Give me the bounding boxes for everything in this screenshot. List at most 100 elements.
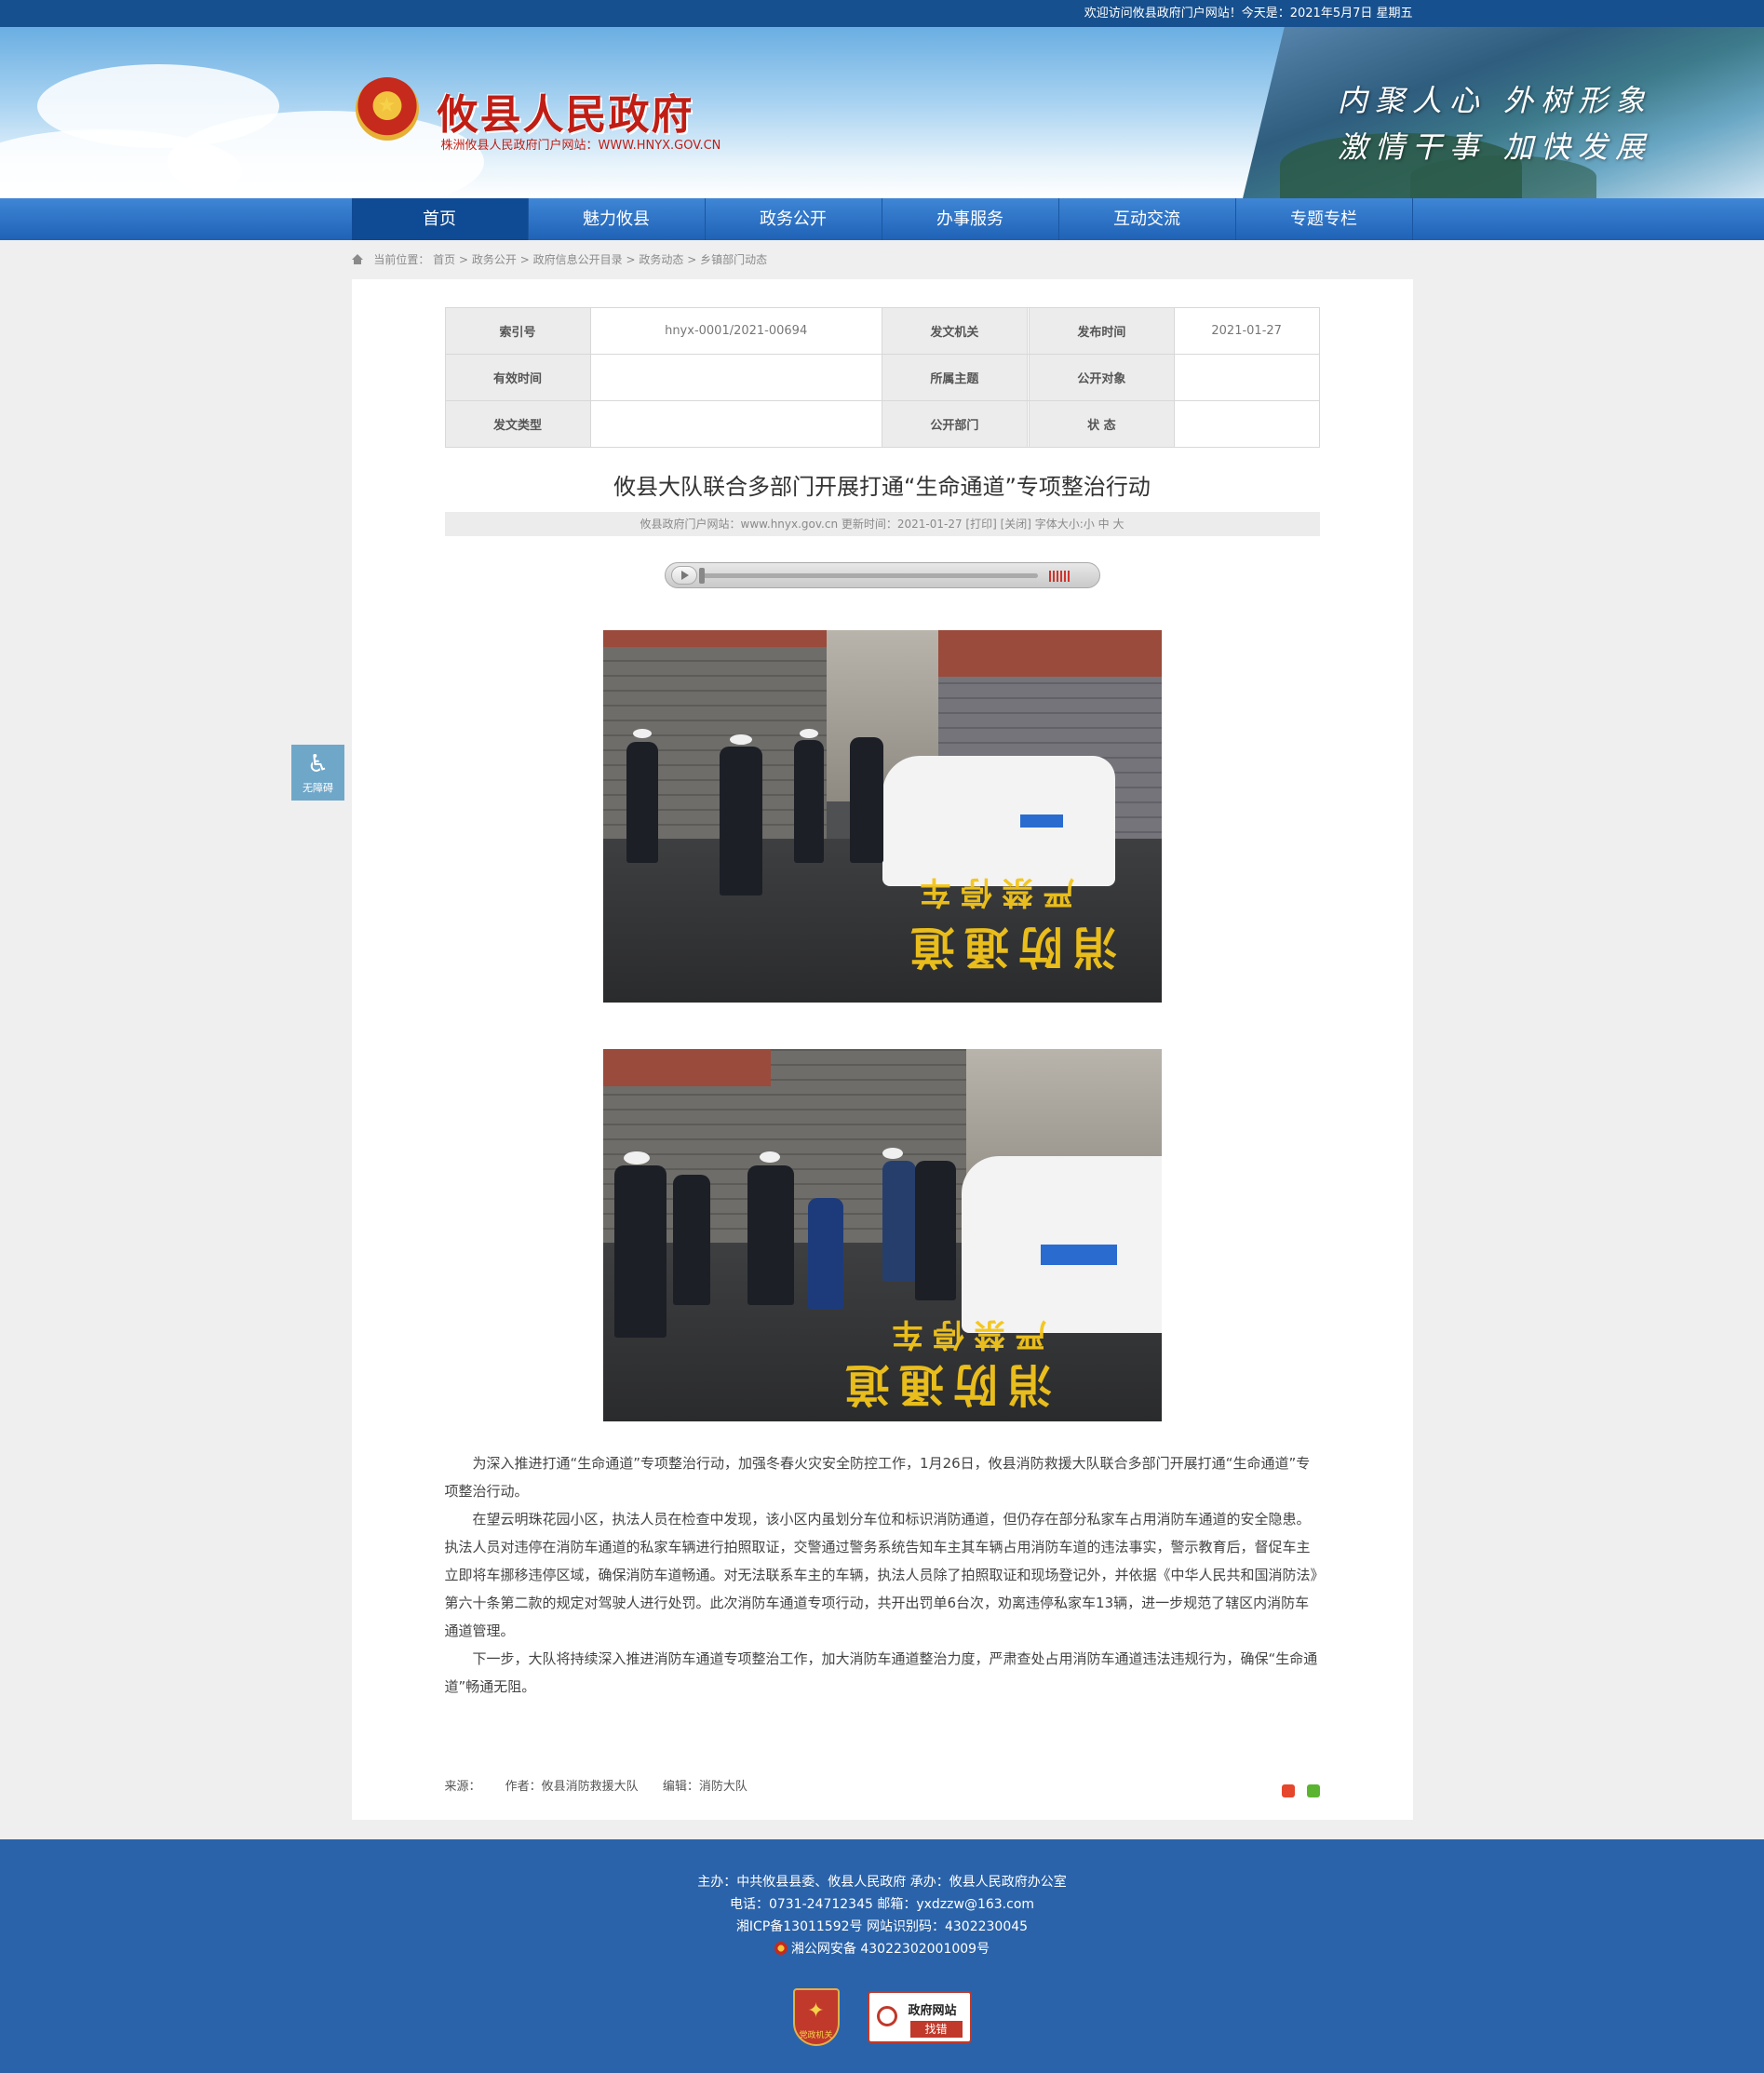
meta-key: 状 态 (1028, 400, 1175, 448)
footer-police-record[interactable]: 湘公网安备 43022302001009号 (0, 1938, 1764, 1960)
footer-police-text: 湘公网安备 43022302001009号 (790, 1942, 990, 1957)
photo-roof (602, 630, 827, 647)
top-bar: 欢迎访问攸县政府门户网站！今天是：2021年5月7日 星期五 (0, 0, 1764, 27)
report-error-badge[interactable]: 政府网站 找错 (867, 1991, 972, 2043)
breadcrumb: 当前位置： 首页 > 政务公开 > 政府信息公开目录 > 政务动态 > 乡镇部门… (351, 240, 1413, 279)
party-government-badge[interactable]: ✦ 党政机关 (792, 1988, 840, 2046)
badge-action: 找错 (909, 2021, 963, 2038)
share-buttons (1274, 1781, 1320, 1809)
photo-cap (729, 734, 752, 745)
nav-item-services[interactable]: 办事服务 (882, 198, 1059, 240)
nav-item-special-topics[interactable]: 专题专栏 (1236, 198, 1413, 240)
breadcrumb-separator: > (459, 253, 469, 266)
meta-key: 有效时间 (444, 354, 591, 401)
wheelchair-icon: ♿ (306, 750, 330, 778)
nav-item-interaction[interactable]: 互动交流 (1059, 198, 1236, 240)
article-title: 攸县大队联合多部门开展打通“生命通道”专项整治行动 (613, 474, 1151, 500)
breadcrumb-separator: > (687, 253, 697, 266)
nav-item-home[interactable]: 首页 (351, 198, 529, 240)
photo-plate (1019, 814, 1063, 828)
breadcrumb-label: 当前位置： (373, 253, 430, 266)
photo-road-text: 消防通道 (900, 921, 1117, 973)
meta-value (1173, 354, 1320, 401)
nav-item-charm-youxian[interactable]: 魅力攸县 (529, 198, 706, 240)
article-paragraph: 为深入推进打通“生命通道”专项整治行动，加强冬春火灾安全防控工作，1月26日，攸… (444, 1455, 1311, 1500)
meta-key: 发布时间 (1028, 307, 1175, 355)
author-label: 作者：攸县消防救援大队 (505, 1780, 639, 1794)
photo-cap (759, 1151, 780, 1163)
footer-contact: 电话：0731-24712345 邮箱：yxdzzw@163.com (729, 1897, 1035, 1912)
photo-plate (1040, 1245, 1117, 1265)
breadcrumb-link[interactable]: 首页 (433, 253, 455, 266)
police-badge-icon (774, 1942, 788, 1955)
accessibility-label: 无障碍 (303, 782, 333, 794)
header-banner: ★ 攸县人民政府 株洲攸县人民政府门户网站：WWW.HNYX.GOV.CN 内聚… (0, 27, 1764, 198)
photo-person (613, 1165, 667, 1338)
badge-emblem-icon: ✦ (807, 1999, 825, 2023)
national-emblem-icon[interactable]: ★ (355, 77, 419, 141)
photo-roof (937, 630, 1162, 677)
article-paragraph: 在望云明珠花园小区，执法人员在检查中发现，该小区内虽划分车位和标识消防通道，但仍… (444, 1511, 1318, 1639)
photo-road-text: 消防通道 (835, 1358, 1052, 1410)
meta-value: hnyx-0001/2021-00694 (589, 307, 882, 355)
editor-label: 编辑：消防大队 (662, 1780, 747, 1794)
photo-roof (602, 1049, 771, 1086)
photo-person (747, 1165, 794, 1305)
volume-icon[interactable] (1048, 571, 1071, 582)
progress-track[interactable] (702, 573, 1038, 578)
site-title[interactable]: 攸县人民政府 (438, 81, 694, 141)
photo-cap (799, 729, 818, 738)
meta-value: 2021-01-27 (1173, 307, 1320, 355)
photo-person (626, 742, 658, 863)
article-info-bar[interactable]: 攸县政府门户网站：www.hnyx.gov.cn 更新时间：2021-01-27… (444, 512, 1320, 536)
audio-player[interactable] (664, 562, 1100, 588)
article-photo: 消防通道 严禁停车 (602, 1049, 1162, 1421)
play-icon[interactable] (670, 566, 697, 585)
main-nav: 首页 魅力攸县 政务公开 办事服务 互动交流 专题专栏 (0, 198, 1764, 240)
table-row: 索引号 hnyx-0001/2021-00694 发文机关 发布时间 2021-… (444, 307, 1320, 355)
photo-person (882, 1161, 916, 1282)
photo-cap (882, 1148, 903, 1159)
meta-key: 公开对象 (1028, 354, 1175, 401)
source-label: 来源： (444, 1780, 481, 1794)
table-row: 有效时间 所属主题 公开对象 (444, 354, 1320, 401)
photo-road-text: 严禁停车 (882, 1315, 1046, 1353)
meta-key: 索引号 (444, 307, 591, 355)
meta-value (589, 354, 882, 401)
photo-person (719, 747, 762, 895)
magnifier-icon (876, 2006, 897, 2026)
home-icon (351, 254, 363, 264)
article-photo: 消防通道 严禁停车 (602, 630, 1162, 1003)
article-container: 索引号 hnyx-0001/2021-00694 发文机关 发布时间 2021-… (351, 279, 1413, 1820)
photo-person (672, 1175, 710, 1305)
nav-item-government-affairs[interactable]: 政务公开 (706, 198, 882, 240)
photo-road-text: 严禁停车 (909, 873, 1074, 910)
footer-sponsor: 主办：中共攸县县委、攸县人民政府 承办：攸县人民政府办公室 (697, 1875, 1067, 1890)
welcome-text: 欢迎访问攸县政府门户网站！今天是：2021年5月7日 星期五 (1084, 7, 1413, 20)
photo-person (807, 1198, 843, 1310)
weibo-share-icon[interactable] (1282, 1784, 1296, 1797)
photo-person (914, 1161, 956, 1300)
photo-cap (632, 729, 652, 738)
photo-car (882, 756, 1115, 886)
breadcrumb-separator: > (519, 253, 530, 266)
badge-title: 政府网站 (908, 2004, 957, 2018)
meta-value (589, 400, 882, 448)
slogan-line-2: 激情干事 加快发展 (1337, 129, 1652, 165)
accessibility-button[interactable]: ♿ 无障碍 (291, 745, 344, 801)
photo-person (793, 740, 824, 863)
site-footer: 主办：中共攸县县委、攸县人民政府 承办：攸县人民政府办公室 电话：0731-24… (0, 1839, 1764, 2073)
breadcrumb-link[interactable]: 乡镇部门动态 (700, 253, 767, 266)
breadcrumb-link[interactable]: 政务动态 (639, 253, 683, 266)
article-body: 为深入推进打通“生命通道”专项整治行动，加强冬春火灾安全防控工作，1月26日，攸… (445, 1449, 1320, 1701)
article-paragraph: 下一步，大队将持续深入推进消防车通道专项整治工作，加大消防车通道整治力度，严肃查… (444, 1650, 1318, 1695)
badge-label: 党政机关 (799, 2031, 833, 2040)
progress-handle[interactable] (698, 568, 705, 584)
table-row: 发文类型 公开部门 状 态 (444, 400, 1320, 448)
site-subtitle: 株洲攸县人民政府门户网站：WWW.HNYX.GOV.CN (440, 139, 721, 153)
footer-icp[interactable]: 湘ICP备13011592号 网站识别码：4302230045 (0, 1916, 1764, 1938)
meta-key: 公开部门 (881, 400, 1028, 448)
wechat-share-icon[interactable] (1306, 1784, 1320, 1797)
breadcrumb-link[interactable]: 政务公开 (472, 253, 517, 266)
breadcrumb-link[interactable]: 政府信息公开目录 (533, 253, 623, 266)
